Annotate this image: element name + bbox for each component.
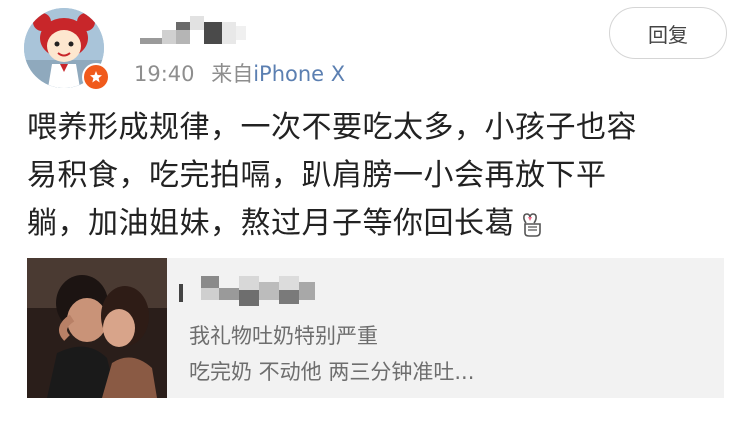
reply-button[interactable]: 回复 [609, 7, 727, 59]
vip-star-badge-icon [82, 63, 110, 91]
post-time: 19:40 [134, 62, 195, 86]
comment-body: 喂养形成规律，一次不要吃太多，小孩子也容 易积食，吃完拍嗝，趴肩膀一小会再放下平… [27, 104, 717, 248]
quoted-post-text-line: 我礼物吐奶特别严重 [189, 324, 378, 348]
post-meta: 19:40 来自iPhone X [134, 58, 345, 88]
pixelated-name-icon [140, 16, 246, 44]
source-prefix: 来自 [211, 62, 254, 86]
quoted-post-thumbnail[interactable] [27, 258, 167, 398]
source-device-link[interactable]: iPhone X [253, 62, 345, 86]
pixelated-name-icon [179, 276, 315, 306]
finger-heart-icon [519, 204, 545, 237]
avatar-container[interactable] [20, 8, 112, 91]
quoted-author-name-pixelated[interactable] [179, 276, 329, 310]
comment-line: 喂养形成规律，一次不要吃太多，小孩子也容 [27, 110, 637, 145]
comment-card: 19:40 来自iPhone X 回复 喂养形成规律，一次不要吃太多，小孩子也容… [0, 0, 750, 422]
comment-line: 易积食，吃完拍嗝，趴肩膀一小会再放下平 [27, 158, 607, 193]
quoted-post-text-line: 吃完奶 不动他 两三分钟准吐... [189, 360, 475, 384]
quoted-post-card[interactable]: 我礼物吐奶特别严重 吃完奶 不动他 两三分钟准吐... [27, 258, 724, 398]
comment-line-last: 躺，加油姐妹，熬过月子等你回长葛 [27, 200, 717, 248]
comment-line-text: 躺，加油姐妹，熬过月子等你回长葛 [27, 206, 515, 241]
author-name-pixelated[interactable] [140, 16, 250, 56]
couple-photo-thumbnail [27, 258, 167, 398]
